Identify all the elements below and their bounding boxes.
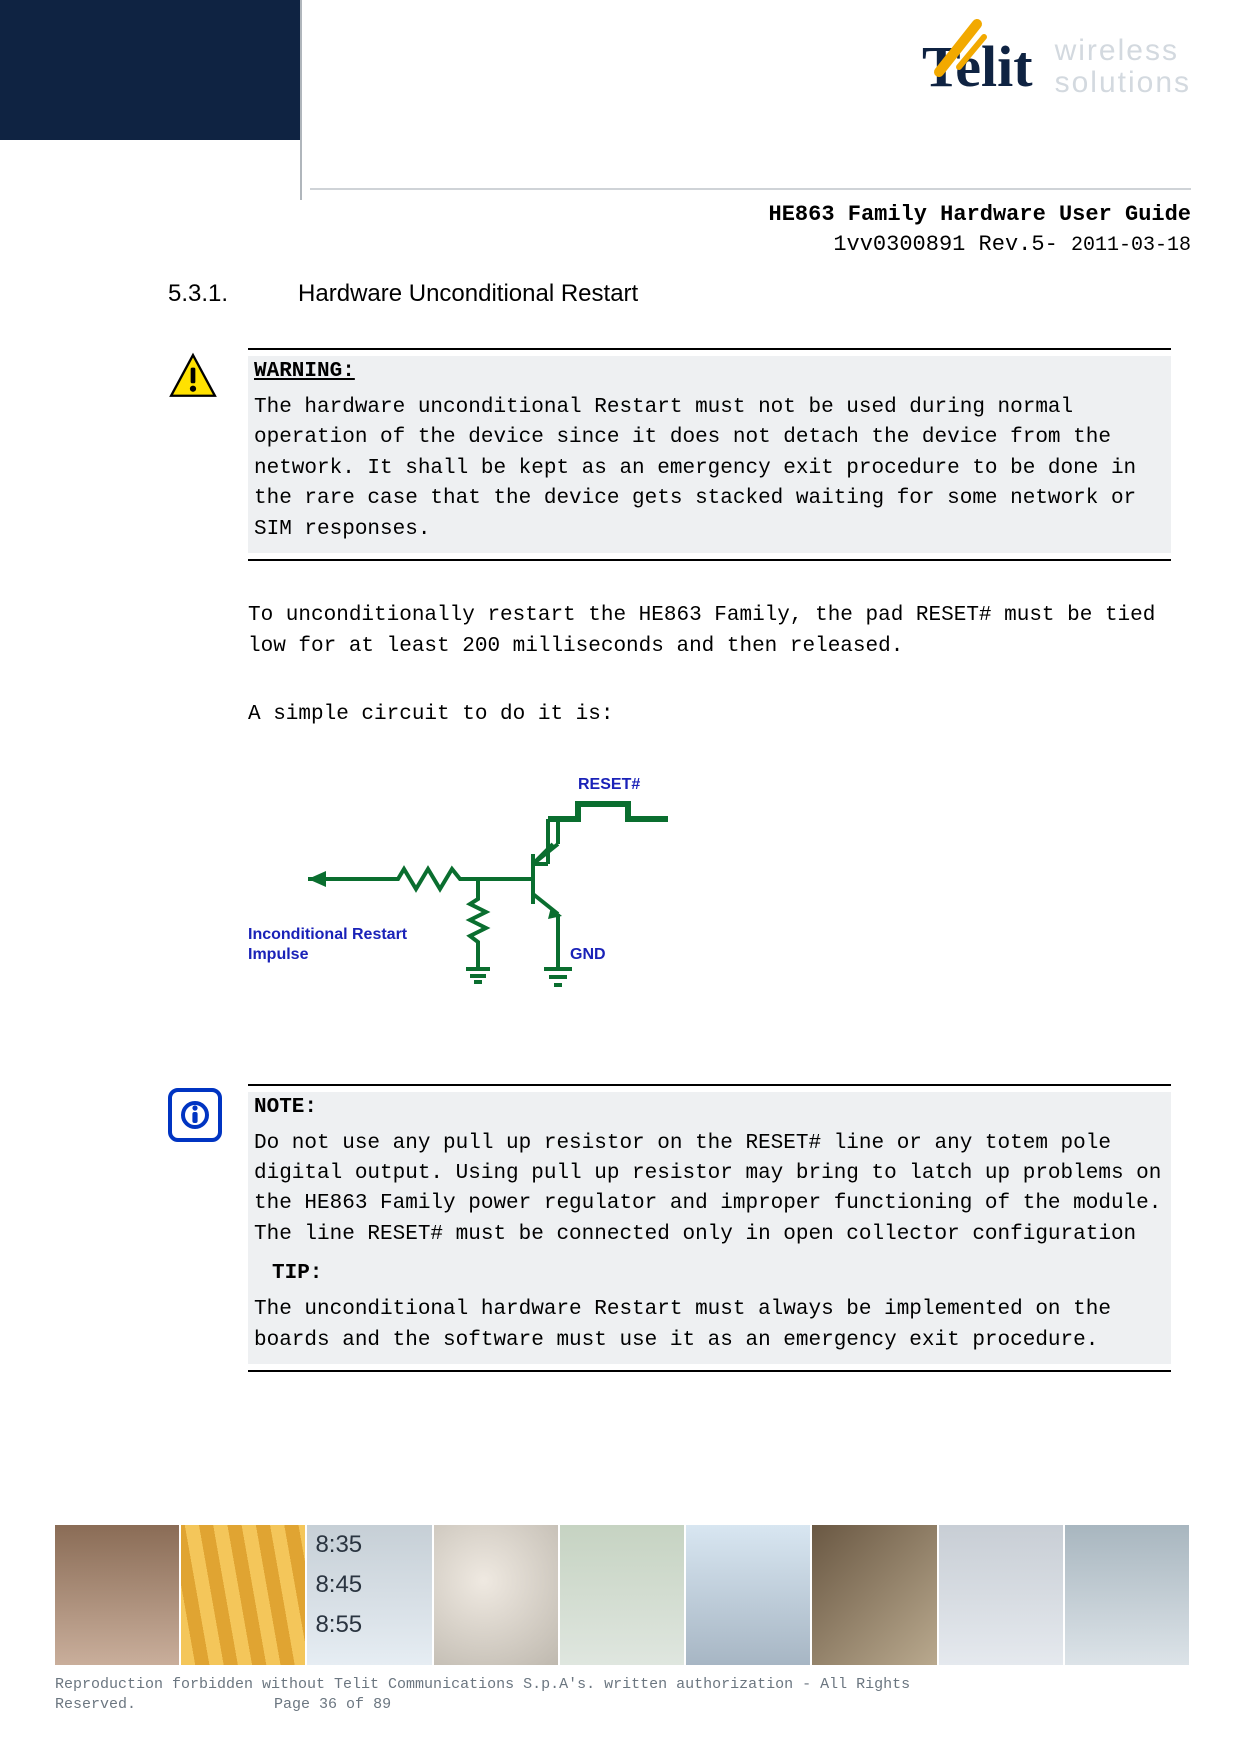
header-horizontal-rule [310, 188, 1191, 190]
section-number: 5.3.1. [168, 280, 228, 308]
footer-tile [812, 1525, 936, 1665]
footer-tile [939, 1525, 1063, 1665]
footer-tile [181, 1525, 305, 1665]
paragraph-reset-instruction: To unconditionally restart the HE863 Fam… [248, 601, 1171, 662]
footer-legal: Reproduction forbidden without Telit Com… [55, 1675, 1189, 1716]
document-date: 2011-03-18 [1071, 234, 1191, 257]
note-body: Do not use any pull up resistor on the R… [254, 1129, 1165, 1251]
footer-tile [434, 1525, 558, 1665]
page-header: Telit wireless solutions [0, 0, 1241, 200]
section-title: Hardware Unconditional Restart [298, 280, 638, 308]
header-vertical-separator [300, 0, 302, 200]
note-heading: NOTE: [254, 1096, 1165, 1119]
footer-line-1: Reproduction forbidden without Telit Com… [55, 1675, 1189, 1695]
warning-heading: WARNING: [254, 360, 1165, 383]
section-heading: 5.3.1. Hardware Unconditional Restart [168, 280, 1171, 308]
document-meta: HE863 Family Hardware User Guide 1vv0300… [769, 200, 1191, 259]
note-admonition: NOTE: Do not use any pull up resistor on… [168, 1084, 1171, 1373]
footer-reserved: Reserved. [55, 1696, 136, 1713]
circuit-label-gnd: GND [570, 946, 606, 963]
warning-icon [168, 389, 218, 406]
header-dark-block [0, 0, 300, 140]
brand-wordmark: Telit [922, 38, 1033, 96]
brand-tagline: wireless solutions [1055, 35, 1191, 98]
brand-text: Telit [922, 34, 1033, 99]
brand-logo: Telit wireless solutions [922, 35, 1191, 98]
circuit-label-reset: RESET# [578, 776, 640, 793]
document-revision: 1vv0300891 Rev.5- [833, 232, 1071, 257]
paragraph-circuit-intro: A simple circuit to do it is: [248, 700, 1171, 730]
footer-tile [1065, 1525, 1189, 1665]
circuit-label-input-1: Inconditional Restart [248, 926, 408, 943]
warning-admonition: WARNING: The hardware unconditional Rest… [168, 348, 1171, 561]
footer-image-strip: 8:35 8:45 8:55 [55, 1525, 1189, 1665]
footer-tile [686, 1525, 810, 1665]
document-title: HE863 Family Hardware User Guide [769, 200, 1191, 230]
warning-body: The hardware unconditional Restart must … [254, 393, 1165, 545]
footer-tile [560, 1525, 684, 1665]
footer-tile [55, 1525, 179, 1665]
circuit-label-input-2: Impulse [248, 946, 309, 963]
info-icon [168, 1088, 222, 1142]
footer-page-number: Page 36 of 89 [274, 1696, 391, 1713]
brand-tag-1: wireless [1055, 35, 1191, 67]
brand-tag-2: solutions [1055, 67, 1191, 99]
footer-tile: 8:35 8:45 8:55 [307, 1525, 431, 1665]
header-white-area: Telit wireless solutions [300, 0, 1241, 140]
tip-heading: TIP: [272, 1262, 1165, 1285]
tip-body: The unconditional hardware Restart must … [254, 1295, 1165, 1356]
circuit-diagram: RESET# [248, 769, 1171, 1024]
